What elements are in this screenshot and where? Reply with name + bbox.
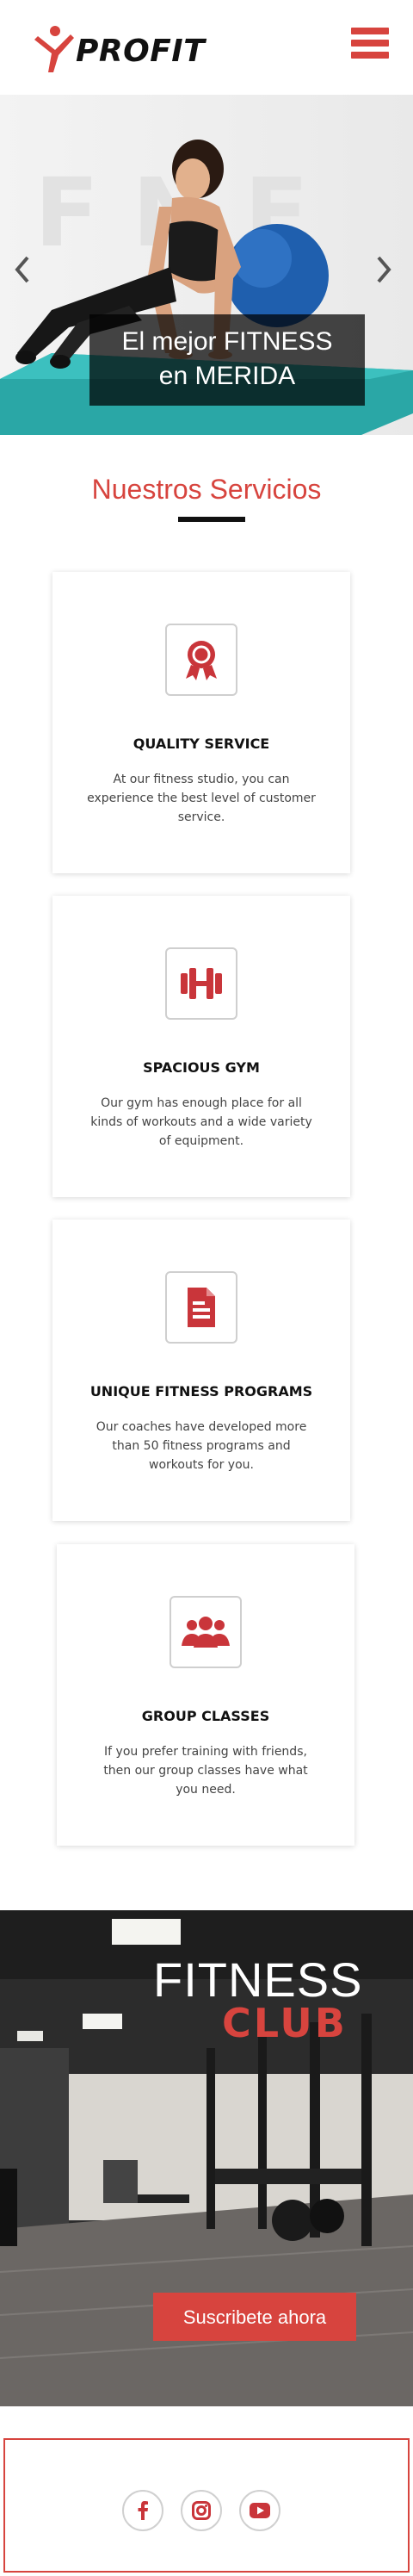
dumbbell-icon (165, 947, 237, 1020)
service-title: QUALITY SERVICE (133, 736, 270, 752)
youtube-icon[interactable] (239, 2490, 280, 2531)
gym-subtitle: CLUB (222, 2000, 348, 2046)
hero-caption-line1: El mejor FITNESS (121, 327, 333, 356)
hero-caption: El mejor FITNESS en MERIDA (89, 314, 365, 406)
brand-logo[interactable]: PROFIT (34, 24, 205, 72)
hero-caption-line2: en MERIDA (158, 362, 296, 390)
hero-slider: F N E El mejor FITNESS en MERIDA (0, 95, 413, 435)
fitness-club-banner: FITNESS CLUB Suscribete ahora (0, 1910, 413, 2406)
subscribe-button[interactable]: Suscribete ahora (153, 2293, 356, 2341)
group-users-icon (170, 1596, 242, 1668)
facebook-icon[interactable] (122, 2490, 163, 2531)
service-card-group: GROUP CLASSES If you prefer training wit… (57, 1544, 354, 1846)
service-title: UNIQUE FITNESS PROGRAMS (89, 1383, 313, 1400)
service-title: SPACIOUS GYM (143, 1059, 260, 1076)
brand-name: PROFIT (76, 33, 206, 69)
service-description: If you prefer training with friends, the… (103, 1745, 308, 1797)
hamburger-menu-icon[interactable] (351, 28, 389, 59)
service-description: Our coaches have developed more than 50 … (96, 1420, 307, 1472)
heading-divider (178, 517, 245, 522)
chevron-right-icon[interactable] (372, 252, 396, 287)
services-heading: Nuestros Servicios (91, 474, 322, 505)
chevron-left-icon[interactable] (10, 252, 34, 287)
award-ribbon-icon (165, 624, 237, 696)
service-card-programs: UNIQUE FITNESS PROGRAMS Our coaches have… (52, 1220, 350, 1521)
site-header: PROFIT (0, 0, 413, 95)
service-description: At our fitness studio, you can experienc… (87, 773, 316, 824)
instagram-icon[interactable] (181, 2490, 222, 2531)
site-footer (3, 2438, 410, 2573)
service-title: GROUP CLASSES (141, 1708, 270, 1724)
service-description: Our gym has enough place for all kinds o… (90, 1096, 312, 1148)
runner-logo-icon (34, 26, 74, 72)
service-card-gym: SPACIOUS GYM Our gym has enough place fo… (52, 896, 350, 1197)
document-icon (165, 1271, 237, 1344)
service-card-quality: QUALITY SERVICE At our fitness studio, y… (52, 572, 350, 873)
